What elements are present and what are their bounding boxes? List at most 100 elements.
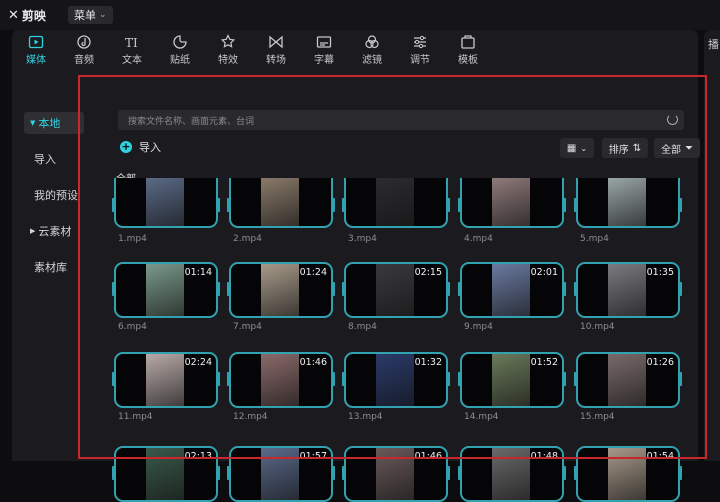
loading-spinner-icon [667, 114, 678, 125]
media-item[interactable] [114, 178, 218, 228]
tab-label: 字幕 [314, 55, 334, 66]
svg-text:TI: TI [125, 36, 138, 50]
trim-handle [563, 466, 566, 480]
sidebar-item-cloud[interactable]: ▶ 云素材 [24, 220, 84, 242]
video-thumbnail [146, 178, 184, 226]
duration-label: 01:57 [299, 451, 327, 462]
media-item[interactable]: 01:54 [576, 446, 680, 502]
trim-handle [563, 282, 566, 296]
tab-label: 调节 [410, 55, 430, 66]
media-item[interactable]: 01:24 [229, 262, 333, 318]
media-icon [25, 33, 47, 51]
trim-handle [679, 466, 682, 480]
trim-handle [342, 282, 345, 296]
media-item[interactable]: 01:14 [114, 262, 218, 318]
menu-label: 菜单 [74, 9, 96, 22]
trim-handle [679, 198, 682, 212]
tab-audio[interactable]: 音频 [60, 30, 108, 70]
view-mode-button[interactable]: ▦ ⌄ [560, 138, 594, 158]
media-item[interactable]: 01:32 [344, 352, 448, 408]
duration-label: 02:24 [184, 357, 212, 368]
media-item[interactable]: 02:01 [460, 262, 564, 318]
sort-button[interactable]: 排序 ⇅ [602, 138, 648, 158]
tab-transition[interactable]: 转场 [252, 30, 300, 70]
trim-handle [227, 282, 230, 296]
sidebar-item-label: 素材库 [34, 261, 67, 274]
duration-label: 02:15 [414, 267, 442, 278]
app-name: 剪映 [21, 9, 46, 23]
trim-handle [332, 198, 335, 212]
media-item[interactable] [229, 178, 333, 228]
media-item[interactable] [344, 178, 448, 228]
video-thumbnail [146, 264, 184, 316]
duration-label: 01:46 [414, 451, 442, 462]
trim-handle [447, 466, 450, 480]
menu-button[interactable]: 菜单 ⌄ [68, 6, 113, 24]
media-item[interactable]: 01:57 [229, 446, 333, 502]
media-item[interactable]: 01:48 [460, 446, 564, 502]
sidebar-item-presets[interactable]: 我的预设 [24, 184, 84, 206]
media-item[interactable]: 01:52 [460, 352, 564, 408]
trim-handle [217, 466, 220, 480]
trim-handle [563, 198, 566, 212]
media-item[interactable]: 02:13 [114, 446, 218, 502]
video-thumbnail [146, 354, 184, 406]
media-item[interactable]: 02:15 [344, 262, 448, 318]
sidebar-item-library[interactable]: 素材库 [24, 256, 84, 278]
tab-sticker[interactable]: 贴纸 [156, 30, 204, 70]
media-item[interactable] [576, 178, 680, 228]
tab-template[interactable]: 模板 [444, 30, 492, 70]
media-filename: 15.mp4 [580, 412, 615, 422]
trim-handle [342, 372, 345, 386]
search-input[interactable]: 搜索文件名称、画面元素、台词 [118, 110, 684, 130]
media-filename: 14.mp4 [464, 412, 499, 422]
trim-handle [679, 372, 682, 386]
tab-effects[interactable]: 特效 [204, 30, 252, 70]
duration-label: 01:35 [646, 267, 674, 278]
media-item[interactable]: 01:35 [576, 262, 680, 318]
media-filename: 9.mp4 [464, 322, 493, 332]
import-button[interactable]: + 导入 [120, 139, 161, 155]
tab-media[interactable]: 媒体 [12, 30, 60, 70]
trim-handle [458, 282, 461, 296]
media-filename: 1.mp4 [118, 234, 147, 244]
tab-label: 特效 [218, 55, 238, 66]
tab-text[interactable]: TI 文本 [108, 30, 156, 70]
trim-handle [217, 372, 220, 386]
trim-handle [458, 198, 461, 212]
sidebar-item-label: 云素材 [38, 225, 72, 238]
trim-handle [342, 198, 345, 212]
filter-label: 全部 [661, 144, 681, 156]
sidebar-item-import[interactable]: 导入 [24, 148, 84, 170]
effects-icon [217, 33, 239, 51]
sidebar-item-local[interactable]: ▼ 本地 [24, 112, 84, 134]
media-filename: 11.mp4 [118, 412, 153, 422]
media-filename: 8.mp4 [348, 322, 377, 332]
tab-label: 媒体 [26, 55, 46, 66]
video-thumbnail [261, 354, 299, 406]
video-thumbnail [492, 178, 530, 226]
media-item[interactable]: 01:26 [576, 352, 680, 408]
tab-label: 贴纸 [170, 55, 190, 66]
duration-label: 01:26 [646, 357, 674, 368]
sidebar: ▼ 本地 导入 我的预设 ▶ 云素材 素材库 [24, 110, 84, 280]
video-thumbnail [261, 178, 299, 226]
filter-button[interactable]: 全部 ⏷ [654, 138, 700, 158]
app-logo: ✕ 剪映 [8, 7, 46, 24]
media-item[interactable]: 01:46 [229, 352, 333, 408]
trim-handle [574, 466, 577, 480]
media-item[interactable]: 01:46 [344, 446, 448, 502]
tab-filter[interactable]: 滤镜 [348, 30, 396, 70]
grid-view-icon: ▦ [566, 142, 577, 154]
search-placeholder: 搜索文件名称、画面元素、台词 [128, 116, 255, 127]
import-label: 导入 [139, 141, 161, 154]
tab-subtitle[interactable]: 字幕 [300, 30, 348, 70]
media-item[interactable] [460, 178, 564, 228]
media-item[interactable]: 02:24 [114, 352, 218, 408]
tab-adjust[interactable]: 调节 [396, 30, 444, 70]
plus-icon: + [120, 140, 132, 153]
tab-label: 文本 [122, 55, 142, 66]
media-filename: 13.mp4 [348, 412, 383, 422]
trim-handle [342, 466, 345, 480]
video-thumbnail [492, 264, 530, 316]
